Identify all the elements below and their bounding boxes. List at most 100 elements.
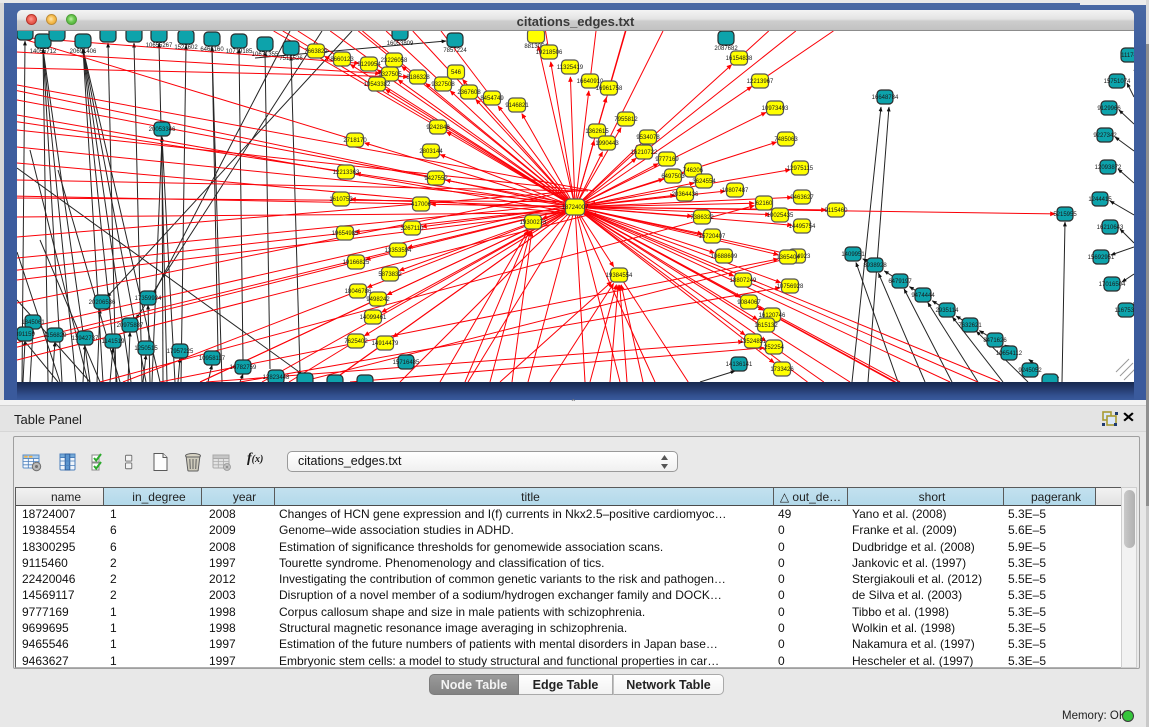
svg-text:8660123: 8660123 — [330, 57, 354, 63]
svg-text:9534078: 9534078 — [636, 135, 660, 141]
svg-text:20975887: 20975887 — [117, 323, 144, 329]
svg-text:546: 546 — [451, 70, 462, 76]
svg-text:8938928: 8938928 — [863, 263, 887, 269]
svg-text:13942737: 13942737 — [72, 336, 99, 342]
svg-text:6466160: 6466160 — [200, 47, 224, 53]
svg-text:10671355: 10671355 — [252, 52, 279, 58]
svg-text:10025435: 10025435 — [767, 213, 794, 219]
svg-text:10654112: 10654112 — [996, 351, 1023, 357]
svg-text:12213967: 12213967 — [747, 79, 774, 85]
svg-text:8186328: 8186328 — [406, 75, 430, 81]
svg-text:7515526: 7515526 — [279, 56, 303, 62]
svg-text:15716485: 15716485 — [393, 360, 420, 366]
svg-text:252254: 252254 — [764, 345, 785, 351]
svg-text:1409951: 1409951 — [841, 252, 865, 258]
svg-text:19384554: 19384554 — [606, 273, 633, 279]
svg-text:9129966: 9129966 — [1097, 106, 1121, 112]
svg-text:10543382: 10543382 — [364, 82, 391, 88]
svg-text:16782759: 16782759 — [230, 365, 257, 371]
svg-text:10719185: 10719185 — [226, 49, 253, 55]
svg-text:12823448: 12823448 — [263, 375, 290, 381]
svg-text:9146821: 9146821 — [505, 103, 529, 109]
svg-text:7625402: 7625402 — [344, 339, 368, 345]
svg-text:1615132: 1615132 — [754, 323, 778, 329]
svg-text:10958117: 10958117 — [199, 356, 226, 362]
svg-text:1250515: 1250515 — [134, 346, 158, 352]
svg-text:18807249: 18807249 — [730, 278, 757, 284]
svg-text:9327508: 9327508 — [431, 82, 455, 88]
svg-text:12213363: 12213363 — [333, 170, 360, 176]
svg-text:2718170: 2718170 — [343, 138, 367, 144]
svg-text:1365404: 1365404 — [776, 255, 800, 261]
svg-text:16210643: 16210643 — [1097, 225, 1124, 231]
svg-text:14495754: 14495754 — [789, 224, 816, 230]
svg-text:12975115: 12975115 — [787, 166, 814, 172]
svg-text:9474444: 9474444 — [911, 293, 935, 299]
svg-text:7955812: 7955812 — [614, 117, 638, 123]
svg-text:19300273: 19300273 — [520, 220, 547, 226]
svg-text:20053346: 20053346 — [149, 127, 176, 133]
svg-text:15720407: 15720407 — [699, 234, 726, 240]
svg-text:6497503: 6497503 — [661, 174, 685, 180]
svg-text:10807487: 10807487 — [722, 188, 749, 194]
svg-text:3267110: 3267110 — [401, 226, 425, 232]
svg-text:2803144: 2803144 — [419, 149, 443, 155]
svg-text:62160: 62160 — [756, 201, 773, 207]
svg-text:19218506: 19218506 — [536, 50, 563, 56]
svg-text:16640910: 16640910 — [577, 79, 604, 85]
svg-text:7386322: 7386322 — [690, 215, 714, 221]
svg-text:417006: 417006 — [411, 202, 432, 208]
svg-text:20691406: 20691406 — [70, 49, 97, 55]
svg-text:9115460: 9115460 — [825, 208, 849, 214]
svg-text:7663822: 7663822 — [304, 49, 328, 55]
svg-text:9084067: 9084067 — [737, 300, 761, 306]
svg-text:1527602: 1527602 — [174, 45, 198, 51]
svg-text:14055712: 14055712 — [30, 49, 57, 55]
svg-text:1141519: 1141519 — [102, 339, 126, 345]
svg-text:17359924: 17359924 — [135, 296, 162, 302]
svg-text:1244415: 1244415 — [1088, 197, 1112, 203]
svg-text:1733426: 1733426 — [770, 367, 794, 373]
svg-text:14099461: 14099461 — [360, 315, 387, 321]
svg-text:1990443: 1990443 — [595, 141, 619, 147]
svg-text:9245052: 9245052 — [1018, 368, 1042, 374]
svg-text:1845061: 1845061 — [21, 320, 45, 326]
svg-text:1156829: 1156829 — [44, 333, 68, 339]
svg-text:10973493: 10973493 — [762, 106, 789, 112]
svg-text:14914479: 14914479 — [372, 341, 399, 347]
svg-text:5215955: 5215955 — [1053, 212, 1077, 218]
svg-text:10688609: 10688609 — [711, 254, 738, 260]
svg-text:14136141: 14136141 — [726, 362, 753, 368]
svg-text:1610753: 1610753 — [329, 197, 353, 203]
svg-text:7632621: 7632621 — [958, 323, 982, 329]
svg-text:18046786: 18046786 — [345, 289, 372, 295]
svg-text:5873832: 5873832 — [378, 272, 402, 278]
svg-text:9129954: 9129954 — [357, 62, 381, 68]
svg-text:20206536: 20206536 — [89, 300, 116, 306]
svg-text:9498242: 9498242 — [366, 297, 390, 303]
svg-text:8454749: 8454749 — [480, 96, 504, 102]
svg-text:11325419: 11325419 — [557, 65, 584, 71]
svg-text:9242848: 9242848 — [426, 125, 450, 131]
svg-text:19166825: 19166825 — [343, 260, 370, 266]
svg-text:12093872: 12093872 — [1095, 165, 1122, 171]
svg-text:9777169: 9777169 — [655, 157, 679, 163]
svg-text:17016504: 17016504 — [1099, 282, 1126, 288]
svg-text:20364436: 20364436 — [672, 192, 699, 198]
svg-text:9227342: 9227342 — [1093, 133, 1117, 139]
svg-text:9463627: 9463627 — [790, 195, 814, 201]
svg-text:13353594: 13353594 — [385, 248, 412, 254]
svg-text:746206: 746206 — [683, 168, 704, 174]
svg-text:2367608: 2367608 — [457, 90, 481, 96]
svg-text:16210722: 16210722 — [631, 150, 658, 156]
svg-text:16154838: 16154838 — [726, 56, 753, 62]
svg-text:8471626: 8471626 — [983, 338, 1007, 344]
svg-text:391159: 391159 — [17, 332, 35, 338]
svg-text:2935114: 2935114 — [936, 308, 960, 314]
svg-text:10756928: 10756928 — [777, 284, 804, 290]
svg-text:11174: 11174 — [1121, 53, 1134, 59]
svg-text:3624554: 3624554 — [692, 179, 716, 185]
svg-text:16053809: 16053809 — [387, 41, 414, 47]
svg-text:7857224: 7857224 — [443, 48, 467, 54]
svg-text:18724007: 18724007 — [562, 205, 589, 211]
